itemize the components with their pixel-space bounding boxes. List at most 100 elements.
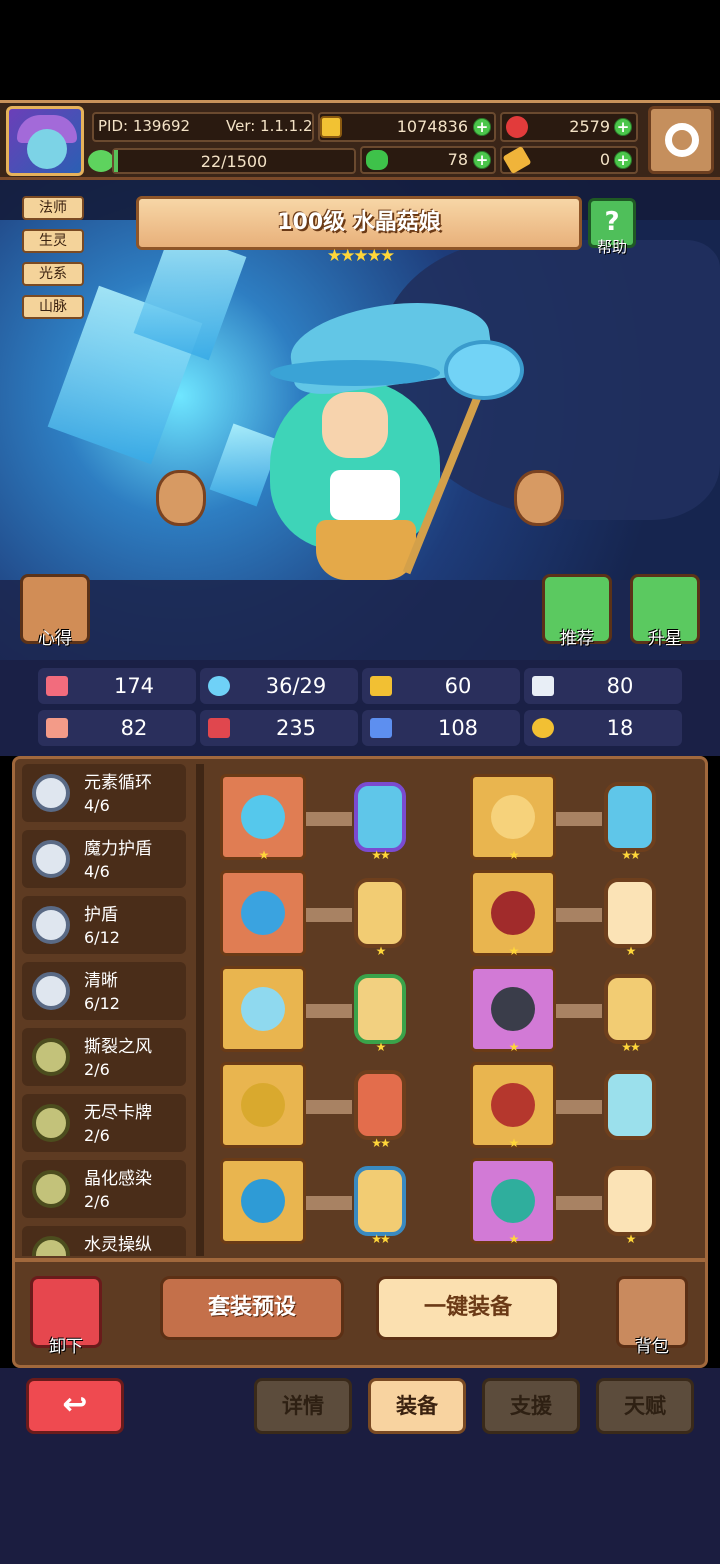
- set-emblem-icon: [32, 840, 70, 878]
- crown-icon: [491, 795, 535, 839]
- hero-skirt: [316, 520, 416, 580]
- item-stars: ★: [508, 1136, 520, 1150]
- hero-title-banner: 100级 水晶菇娘: [136, 196, 582, 250]
- add-clover-button[interactable]: +: [473, 151, 491, 169]
- hero-star-rating: ★★★★★: [326, 246, 395, 266]
- brooch-icon: [241, 1083, 285, 1127]
- slot-connector: [306, 1100, 352, 1114]
- set-item[interactable]: 水灵操纵: [22, 1226, 186, 1256]
- glove-icon: [491, 987, 535, 1031]
- gem-stars: ★★: [621, 848, 641, 862]
- gem-stars: ★: [375, 1040, 387, 1054]
- gem-stars: ★★: [621, 1040, 641, 1054]
- equip-slot-orb[interactable]: [220, 870, 306, 956]
- panel-divider: [196, 764, 204, 1256]
- gem-slot[interactable]: [604, 782, 656, 852]
- stat-mana: 36/29: [200, 668, 358, 704]
- gem-slot[interactable]: [604, 1070, 656, 1140]
- tag-terrain: 山脉: [22, 295, 84, 319]
- stat-resist: 108: [362, 710, 520, 746]
- equip-slot-brooch[interactable]: [220, 1062, 306, 1148]
- clover-icon: [366, 150, 388, 170]
- set-emblem-icon: [32, 774, 70, 812]
- set-bonus-list[interactable]: 元素循环 4/6 魔力护盾 4/6 护盾 6/12 清晰 6/12 撕裂之风 2/6 无尽…: [22, 764, 188, 1256]
- stat-magic: 235: [200, 710, 358, 746]
- gem-slot[interactable]: [604, 1166, 656, 1236]
- book-icon: [208, 718, 230, 738]
- gem-slot[interactable]: [354, 1070, 406, 1140]
- set-item[interactable]: 撕裂之风 2/6: [22, 1028, 186, 1086]
- set-item[interactable]: 无尽卡牌 2/6: [22, 1094, 186, 1152]
- armor-icon: [491, 891, 535, 935]
- ruby-amount: 2579: [569, 117, 610, 136]
- gem-slot[interactable]: [354, 878, 406, 948]
- orb-icon: [241, 891, 285, 935]
- tag-element: 光系: [22, 262, 84, 286]
- boots-icon: [491, 1179, 535, 1223]
- set-item[interactable]: 清晰 6/12: [22, 962, 186, 1020]
- equip-all-button[interactable]: 一键装备: [376, 1276, 560, 1340]
- resist-icon: [370, 718, 392, 738]
- stat-defense: 60: [362, 668, 520, 704]
- equip-slot-necklace[interactable]: [220, 966, 306, 1052]
- settings-button[interactable]: [648, 106, 714, 174]
- add-ruby-button[interactable]: +: [614, 118, 632, 136]
- item-stars: ★: [258, 848, 270, 862]
- gear-icon: [665, 123, 699, 157]
- hero-title: 100级 水晶菇娘: [277, 210, 441, 235]
- back-button[interactable]: ↩: [26, 1378, 124, 1434]
- player-avatar[interactable]: [6, 106, 84, 176]
- shield-icon: [370, 676, 392, 696]
- slot-connector: [556, 1196, 602, 1210]
- heart-icon: [46, 676, 68, 696]
- set-item[interactable]: 元素循环 4/6: [22, 764, 186, 822]
- gold-amount: 1074836: [396, 117, 468, 136]
- prev-hero-arrow-icon[interactable]: [156, 470, 206, 526]
- slot-connector: [556, 1100, 602, 1114]
- bottom-background: [0, 1440, 720, 1564]
- set-item[interactable]: 护盾 6/12: [22, 896, 186, 954]
- exp-value: 22/1500: [200, 152, 268, 171]
- set-preset-button[interactable]: 套装预设: [160, 1276, 344, 1340]
- gem-stars: ★: [625, 1232, 637, 1246]
- tab-support[interactable]: 支援: [482, 1378, 580, 1434]
- clover-amount: 78: [447, 150, 468, 169]
- tab-talent[interactable]: 天赋: [596, 1378, 694, 1434]
- gem-slot[interactable]: [604, 974, 656, 1044]
- hero-face: [322, 392, 388, 458]
- set-emblem-icon: [32, 906, 70, 944]
- wand-icon: [241, 795, 285, 839]
- fist-icon: [46, 718, 68, 738]
- add-key-button[interactable]: +: [614, 151, 632, 169]
- item-stars: ★: [508, 1040, 520, 1054]
- panel-separator: [14, 1258, 706, 1262]
- gem-stars: ★★: [371, 1136, 391, 1150]
- stat-speed: 80: [524, 668, 682, 704]
- status-bar-area: [0, 0, 720, 100]
- tab-details[interactable]: 详情: [254, 1378, 352, 1434]
- tab-equipment[interactable]: 装备: [368, 1378, 466, 1434]
- slot-connector: [556, 1004, 602, 1018]
- gem-stars: ★★: [371, 1232, 391, 1246]
- ruby-icon: [506, 116, 528, 138]
- equip-slot-ring[interactable]: [220, 1158, 306, 1244]
- set-item[interactable]: 魔力护盾 4/6: [22, 830, 186, 888]
- set-emblem-icon: [32, 1104, 70, 1142]
- gem-stars: ★: [625, 944, 637, 958]
- gem-slot[interactable]: [354, 974, 406, 1044]
- gem-slot[interactable]: [354, 782, 406, 852]
- gem-slot[interactable]: [604, 878, 656, 948]
- wing-icon: [532, 676, 554, 696]
- set-emblem-icon: [32, 1236, 70, 1256]
- key-amount: 0: [599, 150, 610, 169]
- next-hero-arrow-icon[interactable]: [514, 470, 564, 526]
- slot-connector: [306, 908, 352, 922]
- gold-coin-icon: [320, 116, 342, 138]
- slot-connector: [556, 812, 602, 826]
- help-label: 帮助: [596, 238, 627, 256]
- necklace-icon: [241, 987, 285, 1031]
- add-gold-button[interactable]: +: [473, 118, 491, 136]
- gem-slot[interactable]: [354, 1166, 406, 1236]
- set-item[interactable]: 晶化感染 2/6: [22, 1160, 186, 1218]
- tag-race: 生灵: [22, 229, 84, 253]
